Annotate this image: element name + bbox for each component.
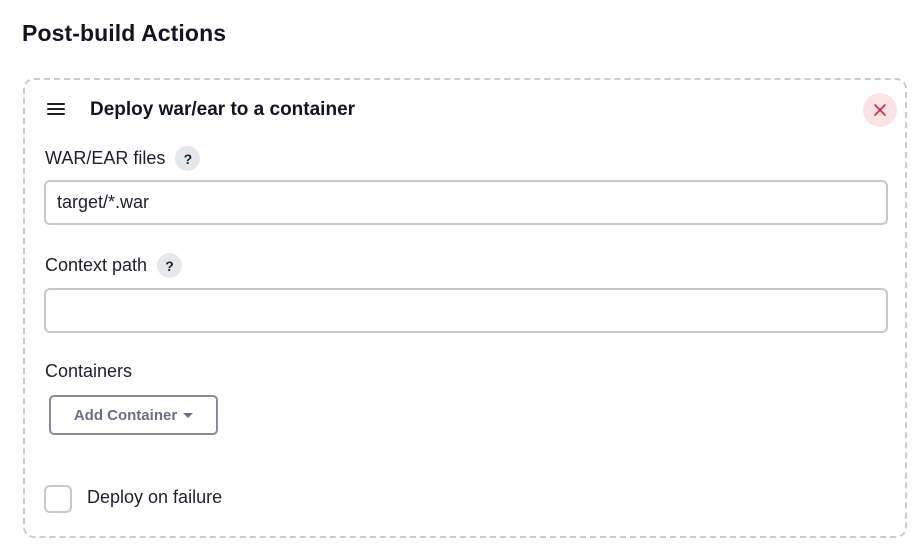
close-icon xyxy=(874,104,886,116)
add-container-button[interactable]: Add Container xyxy=(49,395,218,435)
deploy-action-card: Deploy war/ear to a container WAR/EAR fi… xyxy=(23,78,907,538)
caret-down-icon xyxy=(183,412,194,418)
add-container-label: Add Container xyxy=(73,406,178,424)
war-files-label-row: WAR/EAR files ? xyxy=(45,146,201,171)
context-path-label: Context path xyxy=(45,255,148,275)
war-files-help-button[interactable]: ? xyxy=(175,146,201,171)
context-path-input[interactable] xyxy=(44,288,888,333)
deploy-on-failure-checkbox[interactable] xyxy=(44,485,72,513)
section-title: Post-build Actions xyxy=(22,20,227,46)
war-files-input[interactable] xyxy=(44,180,888,225)
containers-label: Containers xyxy=(45,361,133,381)
context-path-help-button[interactable]: ? xyxy=(157,253,183,278)
close-button[interactable] xyxy=(863,93,897,127)
card-title: Deploy war/ear to a container xyxy=(90,99,356,120)
card-header: Deploy war/ear to a container xyxy=(25,80,905,140)
context-path-label-row: Context path ? xyxy=(45,253,183,278)
hamburger-drag-icon[interactable] xyxy=(47,103,67,117)
war-files-label: WAR/EAR files xyxy=(45,148,166,168)
deploy-on-failure-label[interactable]: Deploy on failure xyxy=(87,487,222,508)
